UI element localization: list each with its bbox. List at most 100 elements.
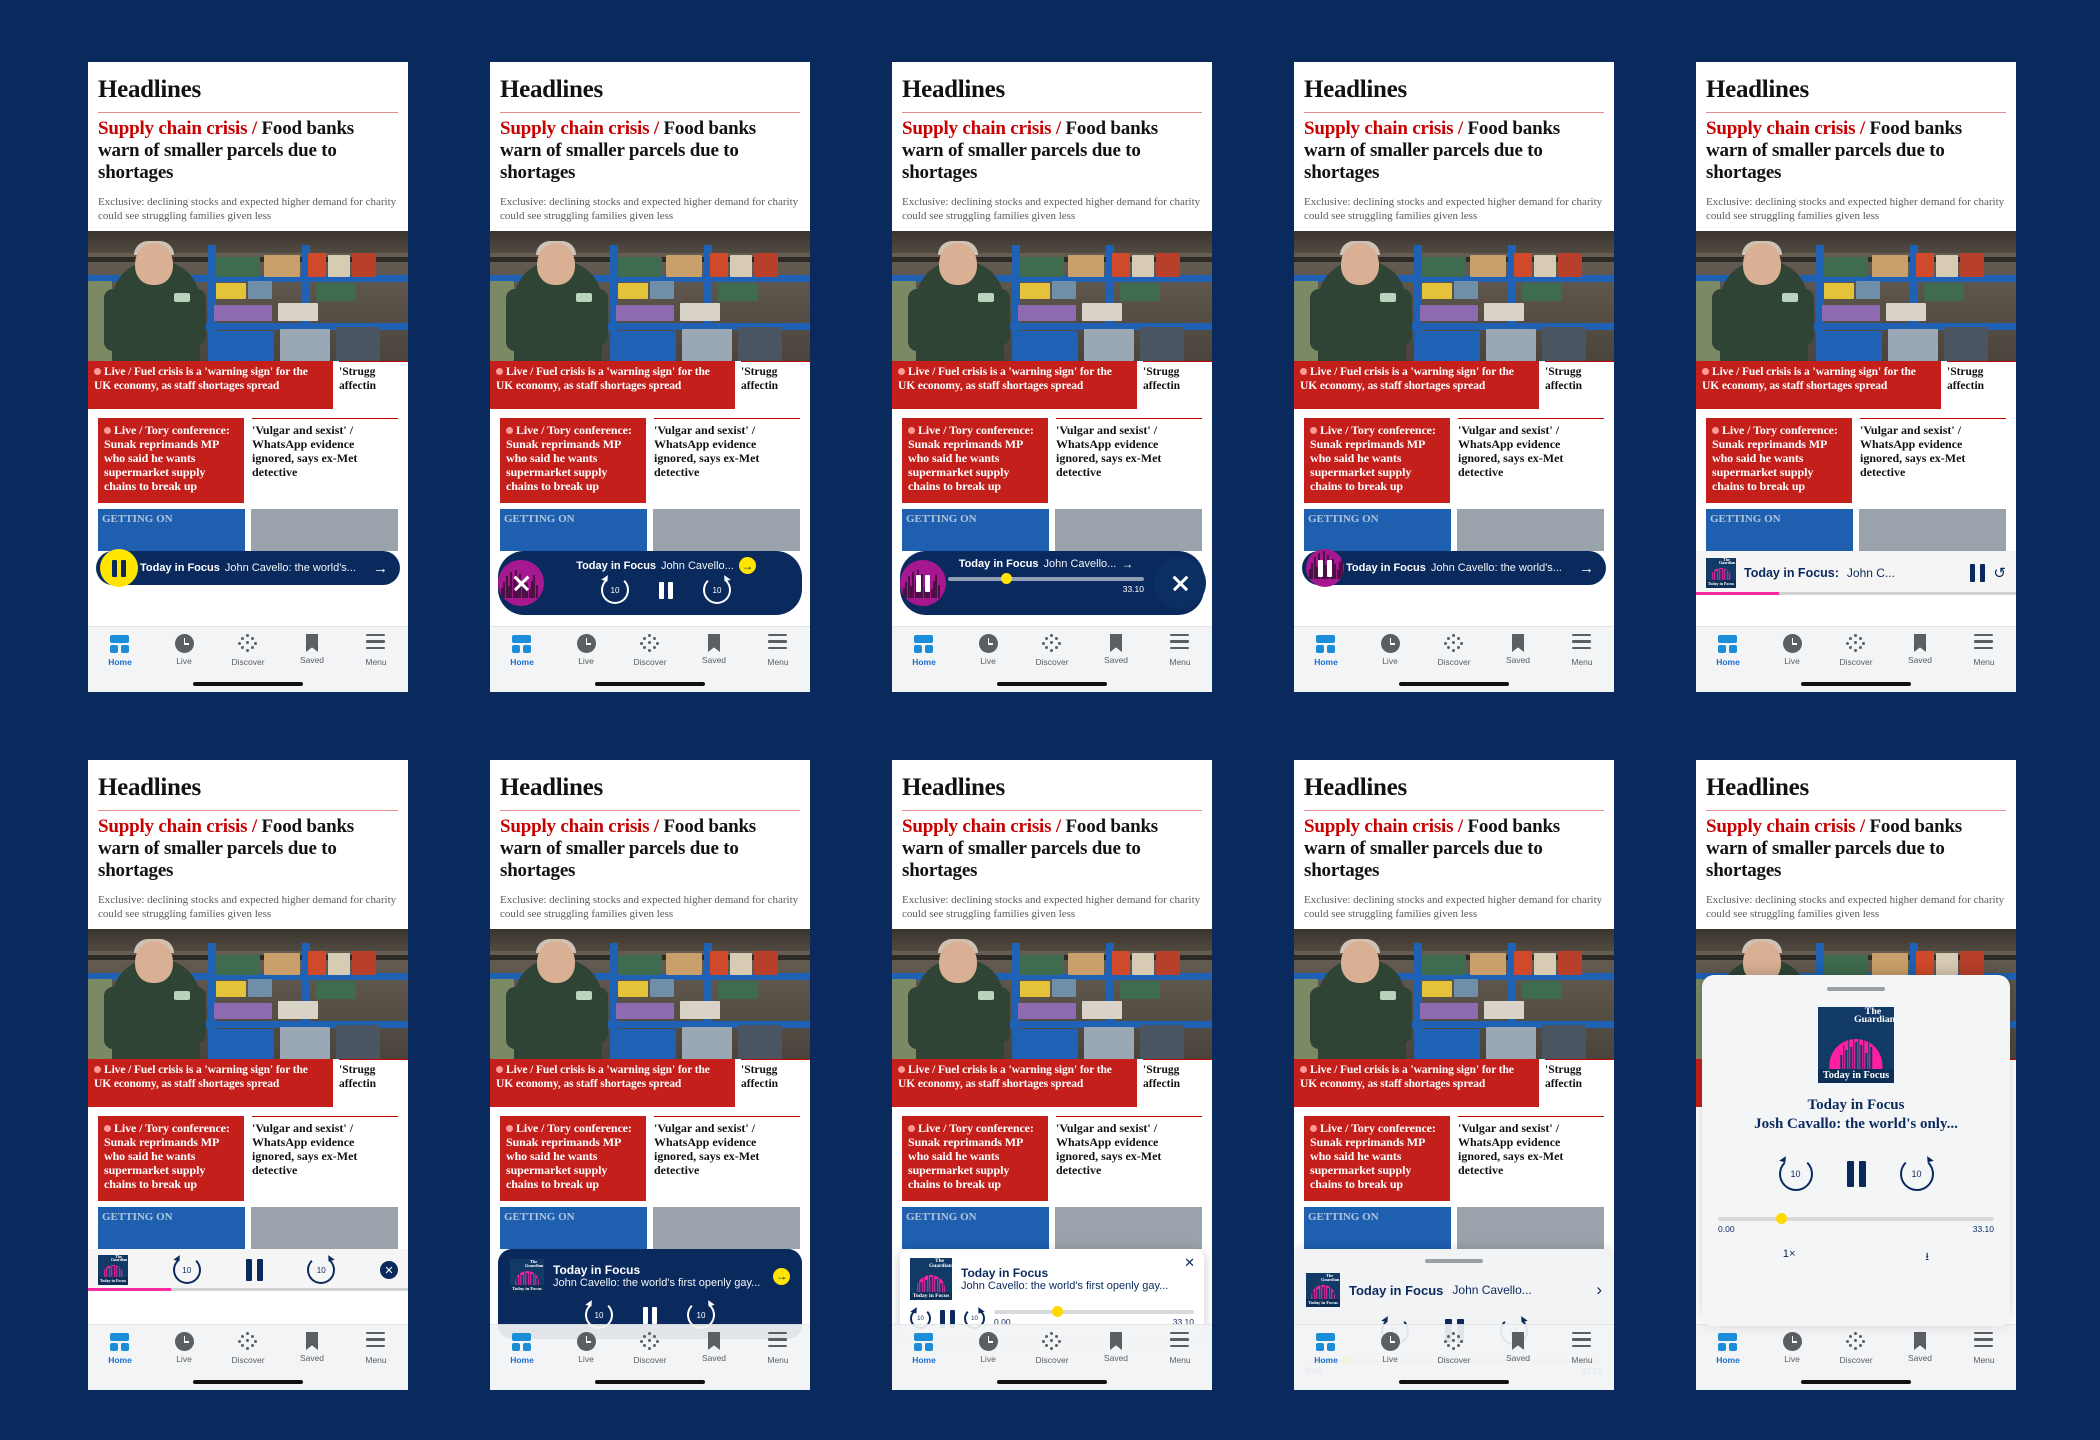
pause-button[interactable]: [659, 581, 673, 599]
nav-item-live[interactable]: Live: [1760, 1332, 1824, 1364]
lead-headline[interactable]: Supply chain crisis / Food banks warn of…: [500, 816, 800, 882]
pause-button[interactable]: [1846, 1161, 1866, 1187]
side-card-clipped[interactable]: 'Strugg affectin: [1947, 361, 2016, 409]
side-card-clipped[interactable]: 'Strugg affectin: [1143, 361, 1212, 409]
chevron-right-icon[interactable]: ›: [1596, 1280, 1602, 1300]
nav-item-discover[interactable]: Discover: [216, 1332, 280, 1365]
lead-photo[interactable]: [88, 231, 408, 361]
skip-forward-10-icon[interactable]: 10: [703, 576, 731, 604]
pause-button[interactable]: [245, 1259, 263, 1281]
nav-item-home[interactable]: Home: [88, 634, 152, 667]
live-card-wide[interactable]: Live / Fuel crisis is a 'warning sign' f…: [490, 361, 735, 409]
nav-item-menu[interactable]: Menu: [1550, 1332, 1614, 1365]
nav-item-discover[interactable]: Discover: [618, 1332, 682, 1365]
sheet-grabber[interactable]: [1425, 1259, 1483, 1263]
sheet-grabber[interactable]: [1827, 987, 1885, 991]
lead-photo[interactable]: [490, 231, 810, 361]
nav-item-discover[interactable]: Discover: [1824, 1332, 1888, 1365]
live-card-left[interactable]: Live / Tory conference: Sunak reprimands…: [1706, 418, 1852, 503]
story-card-right[interactable]: 'Vulgar and sexist' / WhatsApp evidence …: [252, 418, 398, 503]
story-card-right[interactable]: 'Vulgar and sexist' / WhatsApp evidence …: [1458, 418, 1604, 503]
skip-back-icon[interactable]: ↺: [1993, 564, 2006, 582]
lead-headline[interactable]: Supply chain crisis / Food banks warn of…: [1706, 118, 2006, 184]
live-card-left[interactable]: Live / Tory conference: Sunak reprimands…: [902, 418, 1048, 503]
side-card-clipped[interactable]: 'Strugg affectin: [1545, 1059, 1614, 1107]
expand-arrow-icon[interactable]: →: [1121, 557, 1133, 571]
scrubber-thumb[interactable]: [1000, 573, 1012, 584]
lead-photo[interactable]: [490, 929, 810, 1059]
nav-item-saved[interactable]: Saved: [280, 1332, 344, 1363]
lead-photo[interactable]: [88, 929, 408, 1059]
nav-item-discover[interactable]: Discover: [1422, 1332, 1486, 1365]
skip-back-10-icon[interactable]: 10: [172, 1256, 201, 1284]
story-card-right[interactable]: 'Vulgar and sexist' / WhatsApp evidence …: [1056, 418, 1202, 503]
pause-button[interactable]: [112, 559, 126, 577]
story-card-right[interactable]: 'Vulgar and sexist' / WhatsApp evidence …: [1458, 1116, 1604, 1201]
nav-item-live[interactable]: Live: [1760, 634, 1824, 666]
play-pause-knob[interactable]: [1306, 549, 1344, 587]
live-card-wide[interactable]: Live / Fuel crisis is a 'warning sign' f…: [490, 1059, 735, 1107]
full-screen-player[interactable]: The Guardian Today in Focus Today in Focus…: [1702, 975, 2010, 1326]
expand-arrow-icon[interactable]: →: [773, 1267, 790, 1285]
live-card-left[interactable]: Live / Tory conference: Sunak reprimands…: [1304, 418, 1450, 503]
nav-item-live[interactable]: Live: [152, 634, 216, 666]
nav-item-menu[interactable]: Menu: [1952, 634, 2016, 667]
nav-item-menu[interactable]: Menu: [746, 1332, 810, 1365]
nav-item-discover[interactable]: Discover: [216, 634, 280, 667]
live-card-wide[interactable]: Live / Fuel crisis is a 'warning sign' f…: [88, 1059, 333, 1107]
lead-photo[interactable]: [892, 929, 1212, 1059]
story-card-right[interactable]: 'Vulgar and sexist' / WhatsApp evidence …: [654, 1116, 800, 1201]
nav-item-live[interactable]: Live: [554, 1332, 618, 1364]
live-card-left[interactable]: Live / Tory conference: Sunak reprimands…: [500, 418, 646, 503]
nav-item-home[interactable]: Home: [1696, 1332, 1760, 1365]
nav-item-home[interactable]: Home: [892, 1332, 956, 1365]
nav-item-saved[interactable]: Saved: [1486, 634, 1550, 665]
nav-item-saved[interactable]: Saved: [1084, 634, 1148, 665]
progress-scrubber[interactable]: [948, 573, 1144, 584]
pause-button[interactable]: [1318, 559, 1332, 577]
pause-button[interactable]: [1970, 564, 1986, 582]
lead-headline[interactable]: Supply chain crisis / Food banks warn of…: [98, 118, 398, 184]
nav-item-menu[interactable]: Menu: [1550, 634, 1614, 667]
live-card-wide[interactable]: Live / Fuel crisis is a 'warning sign' f…: [1294, 1059, 1539, 1107]
live-card-wide[interactable]: Live / Fuel crisis is a 'warning sign' f…: [892, 361, 1137, 409]
skip-back-10-icon[interactable]: 10: [601, 576, 629, 604]
nav-item-menu[interactable]: Menu: [746, 634, 810, 667]
nav-item-home[interactable]: Home: [490, 1332, 554, 1365]
close-icon[interactable]: ✕: [1184, 1255, 1195, 1271]
live-card-left[interactable]: Live / Tory conference: Sunak reprimands…: [1304, 1116, 1450, 1201]
expanded-player-bar[interactable]: Today in Focus John Cavello... → 10 10: [498, 551, 802, 615]
progress-scrubber[interactable]: [1718, 1213, 1994, 1224]
side-card-clipped[interactable]: 'Strugg affectin: [1545, 361, 1614, 409]
skip-forward-10-icon[interactable]: 10: [307, 1256, 336, 1284]
nav-item-home[interactable]: Home: [88, 1332, 152, 1365]
mini-player-bar[interactable]: The Guardian Today in Focus Today in Focus…: [1696, 551, 2016, 595]
nav-item-home[interactable]: Home: [892, 634, 956, 667]
scrubber-thumb[interactable]: [1052, 1306, 1063, 1317]
nav-item-discover[interactable]: Discover: [1020, 1332, 1084, 1365]
nav-item-live[interactable]: Live: [956, 634, 1020, 666]
side-card-clipped[interactable]: 'Strugg affectin: [1143, 1059, 1212, 1107]
live-card-wide[interactable]: Live / Fuel crisis is a 'warning sign' f…: [892, 1059, 1137, 1107]
pause-button[interactable]: [643, 1306, 657, 1324]
lead-headline[interactable]: Supply chain crisis / Food banks warn of…: [1304, 118, 1604, 184]
playback-speed-button[interactable]: 1×: [1783, 1248, 1796, 1267]
nav-item-live[interactable]: Live: [554, 634, 618, 666]
close-button[interactable]: ✕: [380, 1261, 398, 1279]
close-button[interactable]: [1154, 557, 1206, 609]
pause-button[interactable]: [916, 574, 930, 592]
expanded-player-bar[interactable]: Today in Focus John Cavello... → 33.10: [900, 551, 1206, 615]
story-card-right[interactable]: 'Vulgar and sexist' / WhatsApp evidence …: [1860, 418, 2006, 503]
live-card-wide[interactable]: Live / Fuel crisis is a 'warning sign' f…: [1696, 361, 1941, 409]
nav-item-saved[interactable]: Saved: [1888, 634, 1952, 665]
nav-item-saved[interactable]: Saved: [1486, 1332, 1550, 1363]
nav-item-discover[interactable]: Discover: [1824, 634, 1888, 667]
play-pause-knob[interactable]: [100, 549, 138, 587]
nav-item-menu[interactable]: Menu: [344, 634, 408, 667]
mini-player-bar[interactable]: The Guardian Today in Focus 10 10 ✕: [88, 1249, 408, 1291]
nav-item-home[interactable]: Home: [1294, 634, 1358, 667]
lead-photo[interactable]: [1294, 231, 1614, 361]
story-card-right[interactable]: 'Vulgar and sexist' / WhatsApp evidence …: [1056, 1116, 1202, 1201]
nav-item-saved[interactable]: Saved: [1888, 1332, 1952, 1363]
nav-item-home[interactable]: Home: [1696, 634, 1760, 667]
